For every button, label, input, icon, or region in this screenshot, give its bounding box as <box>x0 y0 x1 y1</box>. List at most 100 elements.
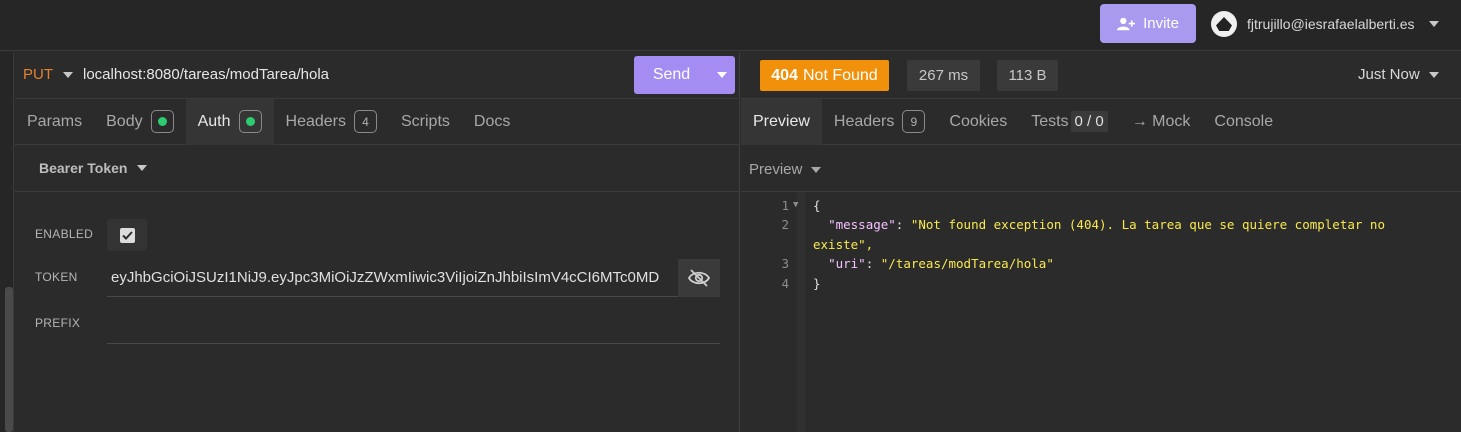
tab-label: → Mock <box>1131 112 1191 130</box>
json-key: "message" <box>828 217 896 232</box>
tab-label: Docs <box>473 112 511 130</box>
status-dot-badge <box>150 110 174 133</box>
send-options-button[interactable] <box>709 72 735 78</box>
chevron-down-icon <box>1428 21 1439 27</box>
preview-mode-label: Preview <box>749 161 803 178</box>
tab-label: Headers <box>833 112 895 130</box>
tab-headers[interactable]: Headers 4 <box>274 99 389 145</box>
tab-label: Headers <box>285 112 346 130</box>
chevron-down-icon <box>717 72 727 78</box>
line-number: 3 <box>781 256 789 271</box>
eye-off-icon[interactable] <box>678 258 720 297</box>
history-dropdown[interactable]: Just Now <box>1358 66 1439 83</box>
tab-console[interactable]: Console <box>1202 99 1285 145</box>
response-status-bar: 404 Not Found 267 ms 113 B Just Now <box>741 52 1461 99</box>
invite-label: Invite <box>1143 15 1179 32</box>
account-menu[interactable]: fjtrujillo@iesrafaelalberti.es <box>1211 10 1439 38</box>
line-number: 2 <box>781 217 789 232</box>
count-badge: 9 <box>902 110 926 133</box>
status-code: 404 <box>771 66 798 84</box>
enabled-label: ENABLED <box>35 227 94 241</box>
token-label: TOKEN <box>35 270 78 284</box>
line-number <box>741 237 793 257</box>
code-line: 1 ▼ { <box>741 198 821 218</box>
tab-docs[interactable]: Docs <box>462 99 522 145</box>
code-text: { <box>813 198 821 213</box>
tab-label: Params <box>27 112 83 130</box>
chevron-down-icon <box>811 166 822 173</box>
chevron-down-icon <box>63 71 73 78</box>
timestamp-label: Just Now <box>1358 66 1420 83</box>
check-icon <box>119 227 135 243</box>
prefix-input[interactable] <box>107 310 720 344</box>
avatar <box>1211 11 1237 37</box>
tab-label: Tests <box>1031 112 1069 130</box>
tab-auth[interactable]: Auth <box>185 98 274 145</box>
response-tabs: Preview Headers 9 Cookies Tests 0 / 0 → … <box>741 98 1461 145</box>
chevron-down-icon <box>137 165 148 171</box>
status-text: Not Found <box>802 66 878 84</box>
tab-body[interactable]: Body <box>94 99 185 145</box>
tab-label: Console <box>1214 112 1274 130</box>
code-text: } <box>813 276 821 291</box>
preview-mode-bar: Preview <box>741 145 1461 192</box>
response-time-badge: 267 ms <box>907 60 980 91</box>
response-size-badge: 113 B <box>997 60 1058 91</box>
tab-label: Cookies <box>949 112 1008 130</box>
method-selector[interactable]: PUT <box>23 66 73 83</box>
token-input[interactable]: eyJhbGciOiJSUzI1NiJ9.eyJpc3MiOiJzZWxmIiw… <box>107 258 720 297</box>
line-number: 1 <box>781 198 789 213</box>
count-badge: 4 <box>354 110 377 133</box>
status-badge: 404 Not Found <box>760 60 889 91</box>
auth-type-bar: Bearer Token <box>15 145 740 192</box>
code-text: "uri": "/tareas/modTarea/hola" <box>828 256 1054 271</box>
status-dot-badge <box>238 110 262 133</box>
response-pane: 404 Not Found 267 ms 113 B Just Now Prev… <box>741 52 1461 432</box>
token-value: eyJhbGciOiJSUzI1NiJ9.eyJpc3MiOiJzZWxmIiw… <box>111 269 660 286</box>
tab-scripts[interactable]: Scripts <box>389 99 462 145</box>
enabled-checkbox[interactable] <box>107 219 147 251</box>
top-bar: Invite fjtrujillo@iesrafaelalberti.es <box>0 0 1461 51</box>
code-text: "message": "Not found exception (404). L… <box>828 217 1385 232</box>
invite-button[interactable]: Invite <box>1100 4 1196 43</box>
tab-label: Auth <box>197 112 231 130</box>
code-text: existe", <box>805 237 873 257</box>
fold-arrow-icon[interactable]: ▼ <box>793 198 805 218</box>
json-string: "/tareas/modTarea/hola" <box>880 256 1054 271</box>
tab-cookies[interactable]: Cookies <box>937 99 1019 145</box>
json-key: "uri" <box>828 256 866 271</box>
request-pane: PUT localhost:8080/tareas/modTarea/hola … <box>15 52 740 432</box>
response-body-viewer[interactable]: 1 ▼ { 2 "message": "Not found exception … <box>741 192 1461 432</box>
code-line: existe", <box>741 237 873 257</box>
tab-label: Scripts <box>401 112 450 130</box>
auth-type-dropdown[interactable]: Bearer Token <box>39 160 148 176</box>
code-line: 3 "uri": "/tareas/modTarea/hola" <box>741 256 1054 276</box>
chevron-down-icon <box>1428 71 1439 78</box>
method-label: PUT <box>23 66 53 83</box>
prefix-label: PREFIX <box>35 316 81 330</box>
line-number: 4 <box>781 276 789 291</box>
tab-response-headers[interactable]: Headers 9 <box>822 99 937 145</box>
url-bar: PUT localhost:8080/tareas/modTarea/hola … <box>15 52 740 99</box>
send-label: Send <box>652 66 691 83</box>
url-input[interactable]: localhost:8080/tareas/modTarea/hola <box>83 66 329 83</box>
code-line: 2 "message": "Not found exception (404).… <box>741 217 1385 237</box>
code-line: 4 } <box>741 276 821 296</box>
json-string: existe", <box>813 237 874 252</box>
account-email: fjtrujillo@iesrafaelalberti.es <box>1247 16 1415 32</box>
request-tabs: Params Body Auth Headers 4 Scripts Docs <box>15 98 740 145</box>
tab-mock[interactable]: → Mock <box>1120 99 1203 145</box>
add-user-icon <box>1117 17 1136 30</box>
send-button[interactable]: Send <box>634 56 735 94</box>
auth-type-label: Bearer Token <box>39 160 128 176</box>
sidebar-gutter <box>0 52 14 432</box>
preview-mode-dropdown[interactable]: Preview <box>749 161 822 178</box>
tab-preview[interactable]: Preview <box>741 98 822 145</box>
json-string: "Not found exception (404). La tarea que… <box>910 217 1385 232</box>
tests-count-badge: 0 / 0 <box>1070 111 1108 132</box>
tab-tests[interactable]: Tests 0 / 0 <box>1019 99 1120 145</box>
tab-label: Preview <box>753 112 810 130</box>
tab-label: Body <box>106 112 143 130</box>
sidebar-scrollbar[interactable] <box>5 287 13 432</box>
tab-params[interactable]: Params <box>15 99 94 145</box>
